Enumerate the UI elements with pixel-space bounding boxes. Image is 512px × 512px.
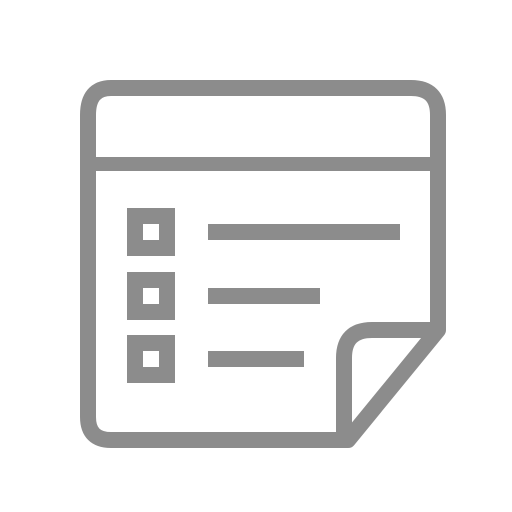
checkbox-icon (127, 208, 175, 256)
icon-canvas (0, 0, 512, 512)
checkbox-icon (127, 272, 175, 320)
note-outline (80, 80, 446, 448)
checklist-sticky-note-icon (80, 80, 446, 448)
checkbox-icon (127, 335, 175, 383)
